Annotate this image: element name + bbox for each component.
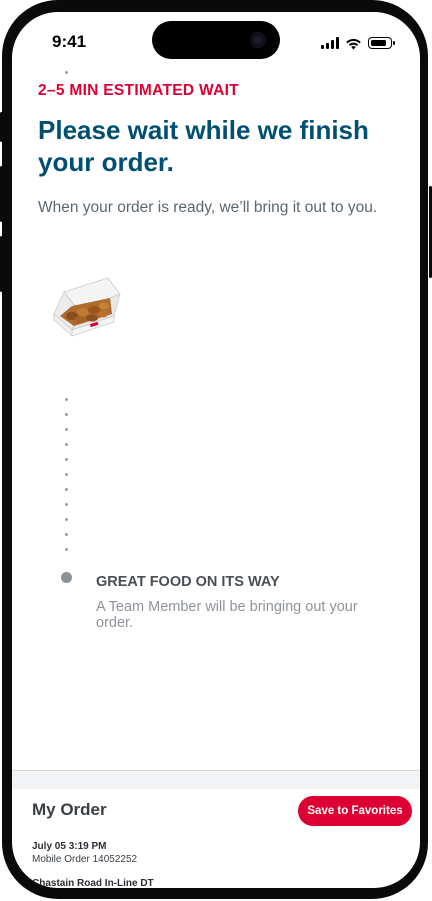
timeline-dot bbox=[65, 473, 68, 476]
estimated-wait-label: 2–5 MIN ESTIMATED WAIT bbox=[38, 82, 239, 99]
timeline-dot bbox=[65, 428, 68, 431]
order-status-content: 2–5 MIN ESTIMATED WAIT Please wait while… bbox=[12, 12, 420, 888]
volume-up-button bbox=[0, 166, 3, 222]
step-description: A Team Member will be bringing out your … bbox=[96, 599, 358, 631]
food-box-icon bbox=[53, 277, 121, 337]
page-subtitle: When your order is ready, we’ll bring it… bbox=[38, 199, 378, 216]
step-indicator-dot bbox=[61, 572, 72, 583]
timeline-dot bbox=[65, 533, 68, 536]
action-button bbox=[0, 112, 3, 142]
restaurant-location: Chastain Road In-Line DT bbox=[32, 878, 154, 888]
phone-screen: 9:41 2–5 MIN ESTIMATED WAIT Please wait … bbox=[12, 12, 420, 888]
timeline-dot bbox=[65, 518, 68, 521]
timeline-dot bbox=[65, 413, 68, 416]
my-order-title: My Order bbox=[32, 800, 107, 819]
timeline-dot bbox=[65, 488, 68, 491]
timeline-dot bbox=[65, 458, 68, 461]
timeline-dot bbox=[65, 548, 68, 551]
page-title: Please wait while we finish your order. bbox=[38, 115, 369, 177]
timeline-dot bbox=[65, 71, 68, 74]
timeline-dot bbox=[65, 398, 68, 401]
timeline-dot bbox=[65, 503, 68, 506]
order-number: Mobile Order 14052252 bbox=[32, 854, 138, 865]
volume-down-button bbox=[0, 236, 3, 292]
section-divider bbox=[12, 770, 420, 789]
save-to-favorites-button[interactable]: Save to Favorites bbox=[298, 796, 412, 826]
timeline-dot bbox=[65, 443, 68, 446]
order-date: July 05 3:19 PM bbox=[32, 841, 107, 852]
step-title: GREAT FOOD ON ITS WAY bbox=[96, 574, 280, 590]
